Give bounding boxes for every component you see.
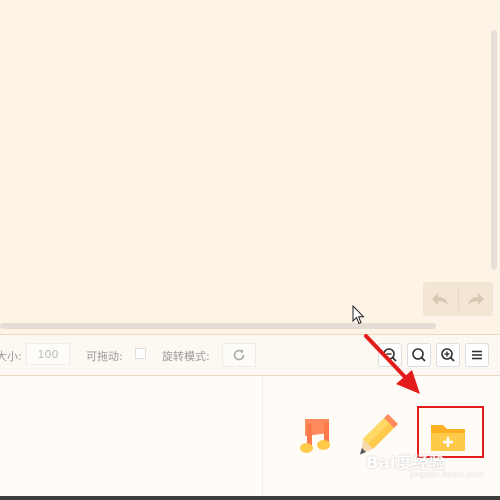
horizontal-scrollbar[interactable] (0, 323, 436, 329)
draggable-label: 可拖动: (86, 350, 123, 363)
rotate-mode-label: 旋转模式: (162, 350, 210, 363)
music-note-icon (300, 419, 330, 453)
bottom-bar (0, 496, 500, 500)
music-button[interactable] (296, 416, 336, 456)
annotation-arrow-icon (364, 334, 420, 394)
undo-icon (432, 293, 449, 305)
size-input[interactable] (26, 343, 70, 365)
zoom-in-button[interactable] (436, 343, 460, 367)
menu-icon (472, 350, 482, 360)
draggable-checkbox[interactable] (135, 348, 146, 359)
vertical-scrollbar[interactable] (491, 30, 497, 270)
mouse-cursor-icon (352, 305, 365, 325)
size-label: 大小: (0, 350, 22, 363)
zoom-in-icon (441, 348, 455, 362)
rotate-mode-button[interactable] (222, 343, 256, 367)
watermark-url: jingyan.baidu.com (410, 470, 484, 479)
redo-button[interactable] (458, 282, 493, 316)
rotate-icon (233, 349, 245, 361)
undo-redo-group (423, 282, 493, 316)
menu-button[interactable] (465, 343, 489, 367)
redo-icon (467, 293, 484, 305)
undo-button[interactable] (423, 282, 458, 316)
left-panel (0, 376, 262, 496)
